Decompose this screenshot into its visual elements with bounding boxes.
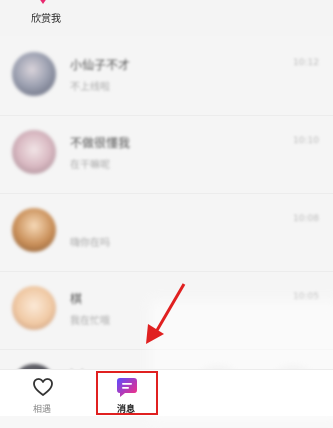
avatar [12,286,56,330]
admirer-label: 欣赏我 [31,14,61,25]
conversation-time: 10:10 [293,136,319,146]
conversation-row[interactable]: 小仙子不才 不上线啦 10:12 [0,38,333,116]
admirer-entry[interactable]: 欣赏我 [26,0,66,30]
conversation-row[interactable]: 嗨你在吗 10:08 [0,194,333,272]
conversation-preview: 我在忙哦 [70,316,110,327]
top-strip: 欣赏我 [0,0,333,36]
heart-icon [33,378,53,396]
conversation-preview: 不上线啦 [70,82,110,93]
conversation-preview: 在干嘛呢 [70,160,110,171]
annotation-highlight-box [96,371,158,415]
message-list-screen: 欣赏我 小仙子不才 不上线啦 10:12 不做很懂我 在干嘛呢 10:10 嗨你… [0,0,333,420]
conversation-time: 10:08 [293,214,319,224]
conversation-time: 10:12 [293,58,319,68]
conversation-name: 小仙子不才 [70,58,131,72]
bottom-nav: 相遇 消息 [0,369,333,416]
conversation-row[interactable]: 不做很懂我 在干嘛呢 10:10 [0,116,333,194]
nav-label-meet: 相遇 [32,405,51,415]
avatar [12,130,56,174]
conversation-preview: 嗨你在吗 [70,238,110,249]
annotation-arrow-icon [146,283,186,344]
heart-badge-icon [40,0,46,4]
avatar [12,208,56,252]
conversation-name: 不做很懂我 [70,136,131,150]
avatar [12,52,56,96]
nav-item-meet[interactable]: 相遇 [14,374,70,415]
conversation-name: 棋 [70,292,83,306]
